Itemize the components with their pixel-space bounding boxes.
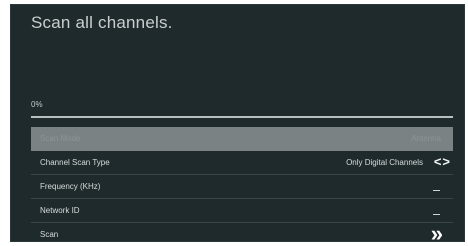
progress-percentage: 0% <box>31 100 43 109</box>
channel-scan-type-label: Channel Scan Type <box>40 158 110 167</box>
frequency-label: Frequency (KHz) <box>40 182 101 191</box>
channel-scan-type-row[interactable]: Channel Scan Type Only Digital Channels … <box>31 151 453 175</box>
frequency-empty-value-dash <box>433 190 440 191</box>
scan-screen: Scan all channels. 0% Scan Mode Antenna … <box>10 4 465 242</box>
scan-mode-row[interactable]: Scan Mode Antenna <box>31 127 453 151</box>
scan-label: Scan <box>40 230 59 239</box>
scan-mode-label: Scan Mode <box>40 134 81 143</box>
scan-mode-value: Antenna <box>411 134 441 143</box>
double-chevron-right-icon[interactable]: » <box>431 223 443 242</box>
scan-row[interactable]: Scan » <box>31 223 453 242</box>
network-id-empty-value-dash <box>433 214 440 215</box>
channel-scan-type-value: Only Digital Channels <box>346 158 423 167</box>
progress-bar <box>31 116 453 118</box>
network-id-row[interactable]: Network ID <box>31 199 453 223</box>
settings-list: Scan Mode Antenna Channel Scan Type Only… <box>31 127 453 242</box>
frequency-row[interactable]: Frequency (KHz) <box>31 175 453 199</box>
left-right-arrows-icon[interactable]: <> <box>434 154 451 169</box>
page-title: Scan all channels. <box>31 13 173 32</box>
network-id-label: Network ID <box>40 206 80 215</box>
